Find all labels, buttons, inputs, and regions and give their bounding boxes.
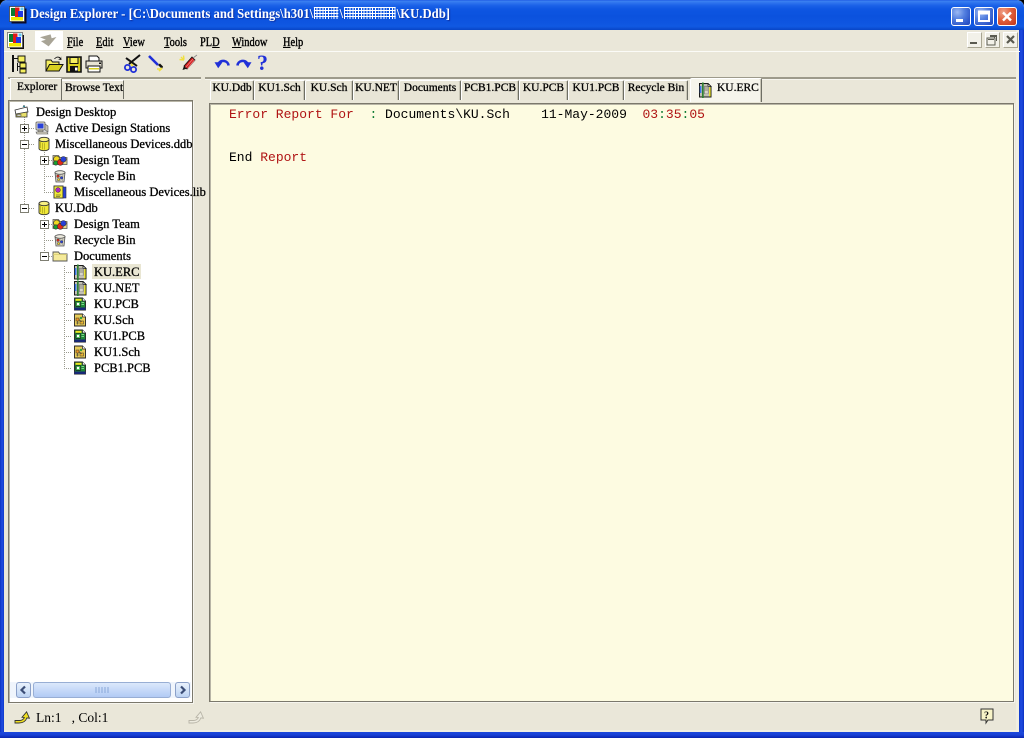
svg-text:?: ? [984, 711, 989, 722]
